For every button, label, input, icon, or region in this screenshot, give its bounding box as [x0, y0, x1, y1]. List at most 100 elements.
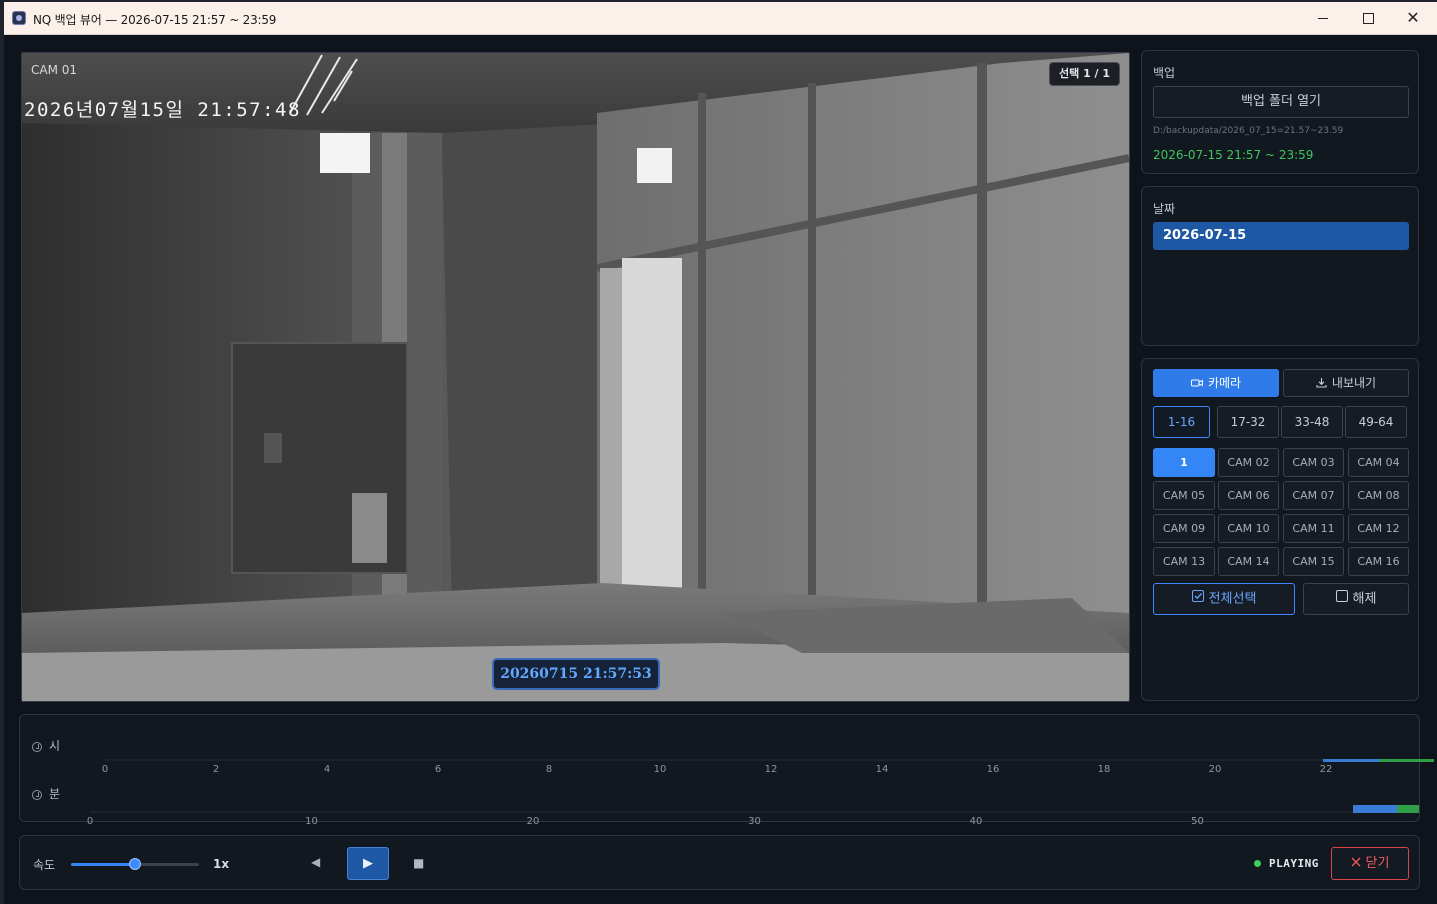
hour-segment[interactable]: [1323, 759, 1379, 762]
speed-slider[interactable]: [71, 858, 199, 870]
close-label: 닫기: [1365, 856, 1390, 871]
minute-tick-label: 10: [305, 816, 318, 827]
camera-button[interactable]: CAM 07: [1283, 481, 1344, 510]
hour-tick-label: 6: [434, 764, 442, 775]
camera-button[interactable]: CAM 11: [1283, 514, 1344, 543]
deselect-label: 해제: [1352, 591, 1377, 607]
camera-button[interactable]: CAM 06: [1218, 481, 1279, 510]
backup-path: D:/backupdata/2026_07_15=21.57~23.59: [1153, 126, 1344, 136]
camera-button[interactable]: CAM 03: [1283, 448, 1344, 477]
status-indicator-icon: [1254, 860, 1261, 867]
camera-icon: [1190, 371, 1203, 397]
camera-button[interactable]: CAM 08: [1348, 481, 1409, 510]
date-panel-title: 날짜: [1153, 202, 1176, 216]
tab-camera[interactable]: 카메라: [1153, 369, 1279, 397]
open-backup-folder-button[interactable]: 백업 폴더 열기: [1153, 86, 1409, 118]
osd-timestamp: 2026년07월15일 21:57:48: [24, 99, 301, 121]
camera-name-label: CAM 01: [31, 63, 78, 77]
play-button[interactable]: ▶: [347, 847, 389, 880]
camera-range-button[interactable]: 33-48: [1281, 406, 1343, 438]
camera-frame-image: [22, 53, 1129, 701]
camera-range-button[interactable]: 17-32: [1217, 406, 1279, 438]
tab-export[interactable]: 내보내기: [1283, 369, 1409, 397]
timeline-panel: 시 0 2 4 6 8 10 12 14 16 18 20 22 분 0 10 20 30 40 50: [19, 714, 1435, 827]
minute-tick-label: 30: [748, 816, 761, 827]
app-window: NQ 백업 뷰어 — 2026-07-15 21:57 ~ 23:59 ✕ CA…: [4, 2, 1437, 904]
hour-tick-label: 16: [986, 764, 1000, 775]
camera-button[interactable]: CAM 16: [1348, 547, 1409, 576]
camera-button[interactable]: CAM 12: [1348, 514, 1409, 543]
playback-controls: 속도 1x ◀ ▶ ■ PLAYING 닫기: [19, 835, 1420, 890]
backup-panel: 백업 백업 폴더 열기 D:/backupdata/2026_07_15=21.…: [1141, 50, 1419, 174]
minute-row-label: 분: [32, 785, 60, 802]
camera-range-button[interactable]: 1-16: [1153, 406, 1210, 438]
deselect-button[interactable]: 해제: [1303, 583, 1409, 615]
backup-panel-title: 백업: [1153, 66, 1176, 80]
hour-track[interactable]: [105, 759, 1411, 761]
hour-tick-label: 22: [1319, 764, 1333, 775]
hour-tick-label: 8: [545, 764, 553, 775]
hour-tick-label: 18: [1097, 764, 1111, 775]
close-icon: [1351, 848, 1361, 879]
camera-button[interactable]: CAM 05: [1153, 481, 1215, 510]
hour-row-label: 시: [32, 737, 60, 754]
speed-slider-fill: [71, 863, 135, 866]
maximize-icon: [1362, 12, 1374, 24]
hour-tick-label: 10: [653, 764, 667, 775]
previous-button[interactable]: ◀: [311, 855, 320, 869]
camera-button[interactable]: CAM 15: [1283, 547, 1344, 576]
hour-tick-label: 20: [1208, 764, 1222, 775]
previous-icon: ◀: [311, 855, 321, 869]
video-view[interactable]: CAM 01 2026년07월15일 21:57:48 선택 1 / 1 202…: [21, 52, 1130, 702]
camera-range-button[interactable]: 49-64: [1345, 406, 1407, 438]
minute-tick-label: 20: [526, 816, 540, 827]
minute-segment[interactable]: [1352, 805, 1397, 813]
window-title: NQ 백업 뷰어 — 2026-07-15 21:57 ~ 23:59: [33, 13, 277, 27]
camera-button[interactable]: CAM 02: [1218, 448, 1279, 477]
hour-tick-label: 14: [875, 764, 889, 775]
camera-button[interactable]: CAM 13: [1153, 547, 1215, 576]
hour-segment[interactable]: [1378, 759, 1435, 762]
playback-status: PLAYING: [1269, 857, 1319, 870]
minute-tick-label: 40: [969, 816, 983, 827]
minute-segment[interactable]: [1396, 805, 1419, 813]
minimize-icon: [1318, 17, 1328, 19]
tab-export-label: 내보내기: [1331, 376, 1377, 390]
minute-track[interactable]: [90, 811, 1411, 813]
checkbox-checked-icon: [1191, 584, 1204, 614]
camera-button[interactable]: CAM 09: [1153, 514, 1215, 543]
date-list-item[interactable]: 2026-07-15: [1153, 222, 1409, 250]
hour-tick-label: 0: [101, 764, 109, 775]
close-icon: ✕: [1406, 8, 1420, 27]
stop-icon: ■: [413, 856, 425, 870]
speed-value: 1x: [213, 857, 230, 871]
hour-tick-label: 2: [212, 764, 220, 775]
camera-button[interactable]: CAM 10: [1218, 514, 1279, 543]
close-viewer-button[interactable]: 닫기: [1331, 847, 1409, 880]
date-panel: 날짜 2026-07-15: [1141, 186, 1419, 346]
select-all-button[interactable]: 전체선택: [1153, 583, 1295, 615]
maximize-button[interactable]: [1346, 2, 1390, 34]
minute-label: 분: [49, 787, 61, 801]
hour-tick-label: 4: [323, 764, 331, 775]
window-close-button[interactable]: ✕: [1391, 2, 1435, 34]
play-icon: ▶: [363, 856, 373, 871]
select-all-label: 전체선택: [1208, 591, 1257, 607]
download-icon: [1316, 371, 1327, 397]
speed-label: 속도: [33, 858, 56, 872]
selection-badge: 선택 1 / 1: [1049, 62, 1121, 86]
camera-button[interactable]: CAM 04: [1348, 448, 1409, 477]
camera-button[interactable]: CAM 14: [1218, 547, 1279, 576]
checkbox-empty-icon: [1335, 584, 1348, 614]
stop-button[interactable]: ■: [413, 856, 424, 870]
speed-slider-handle[interactable]: [129, 858, 141, 870]
hour-label: 시: [49, 739, 61, 753]
minimize-button[interactable]: [1301, 2, 1345, 34]
backup-range: 2026-07-15 21:57 ~ 23:59: [1153, 148, 1314, 162]
minute-tick-label: 50: [1191, 816, 1204, 827]
minute-tick-label: 0: [86, 816, 94, 827]
app-icon: [12, 11, 26, 25]
playback-timestamp-badge: 20260715 21:57:53: [492, 658, 660, 690]
camera-button[interactable]: 1: [1153, 448, 1215, 477]
clock-icon: [32, 789, 42, 800]
